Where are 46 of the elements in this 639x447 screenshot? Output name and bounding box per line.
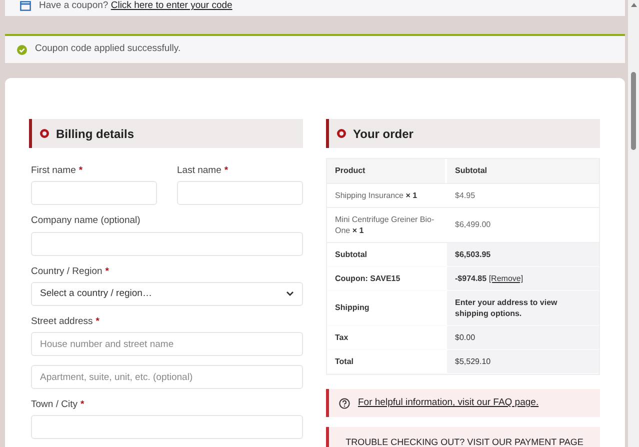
- table-cell-text: Mini Centrifuge Greiner Bio-One × 1: [334, 214, 436, 237]
- payment-notice: TROUBLE CHECKING OUT? VISIT OUR PAYMENT PAGE: [326, 427, 600, 447]
- remove-link[interactable]: [Remove]: [488, 274, 524, 283]
- scrollbar[interactable]: [628, 0, 639, 447]
- check-circle-icon: [17, 44, 27, 55]
- table-cell-text: $4.95: [454, 190, 476, 202]
- column-header: Product: [327, 159, 447, 183]
- field-label: Company name (optional): [31, 214, 140, 228]
- chevron-down-icon: [286, 290, 294, 297]
- input-field[interactable]: [31, 415, 303, 440]
- table-cell-text: Shipping Insurance × 1: [334, 190, 418, 202]
- table-cell: Enter your address to view shipping options.: [447, 291, 599, 325]
- required-mark: *: [105, 264, 109, 278]
- circle-icon: [40, 129, 49, 138]
- input-field[interactable]: [31, 181, 157, 206]
- country-select[interactable]: Select a country / region…: [31, 282, 303, 306]
- table-cell: $5,529.10: [447, 350, 599, 373]
- question-circle-icon: [339, 398, 350, 408]
- field-label: Town / City: [31, 398, 78, 412]
- required-mark: *: [78, 164, 83, 178]
- column-header: Subtotal: [454, 165, 488, 177]
- coupon-text: Have a coupon?: [39, 0, 110, 11]
- field-label: Last name: [177, 164, 222, 178]
- field-label: Street address: [31, 314, 93, 329]
- input-field[interactable]: [31, 232, 303, 256]
- table-cell: $6,503.95: [447, 243, 599, 266]
- table-cell-text: $6,499.00: [454, 219, 492, 231]
- input-field[interactable]: House number and street name: [31, 332, 303, 356]
- required-mark: *: [224, 164, 228, 178]
- scroll-up-icon: [630, 3, 636, 7]
- required-mark: *: [96, 314, 100, 329]
- field-label: Country / Region: [31, 264, 102, 278]
- table-cell: $0.00: [447, 326, 599, 349]
- input-field[interactable]: Apartment, suite, unit, etc. (optional): [31, 365, 303, 389]
- circle-icon: [337, 129, 346, 138]
- section-heading: Your order: [326, 119, 600, 148]
- input-field[interactable]: [177, 181, 303, 206]
- scrollbar-thumb[interactable]: [631, 72, 636, 150]
- table-cell: -$974.85 [Remove]: [447, 267, 599, 290]
- window-icon: [20, 1, 31, 11]
- required-mark: *: [80, 398, 84, 412]
- success-message: Coupon code applied successfully.: [5, 34, 625, 63]
- coupon-link[interactable]: Click here to enter your code: [110, 0, 232, 11]
- field-label: First name: [31, 164, 76, 178]
- faq-link[interactable]: For helpful information, visit our FAQ page.: [358, 396, 539, 410]
- section-heading: Billing details: [29, 119, 303, 148]
